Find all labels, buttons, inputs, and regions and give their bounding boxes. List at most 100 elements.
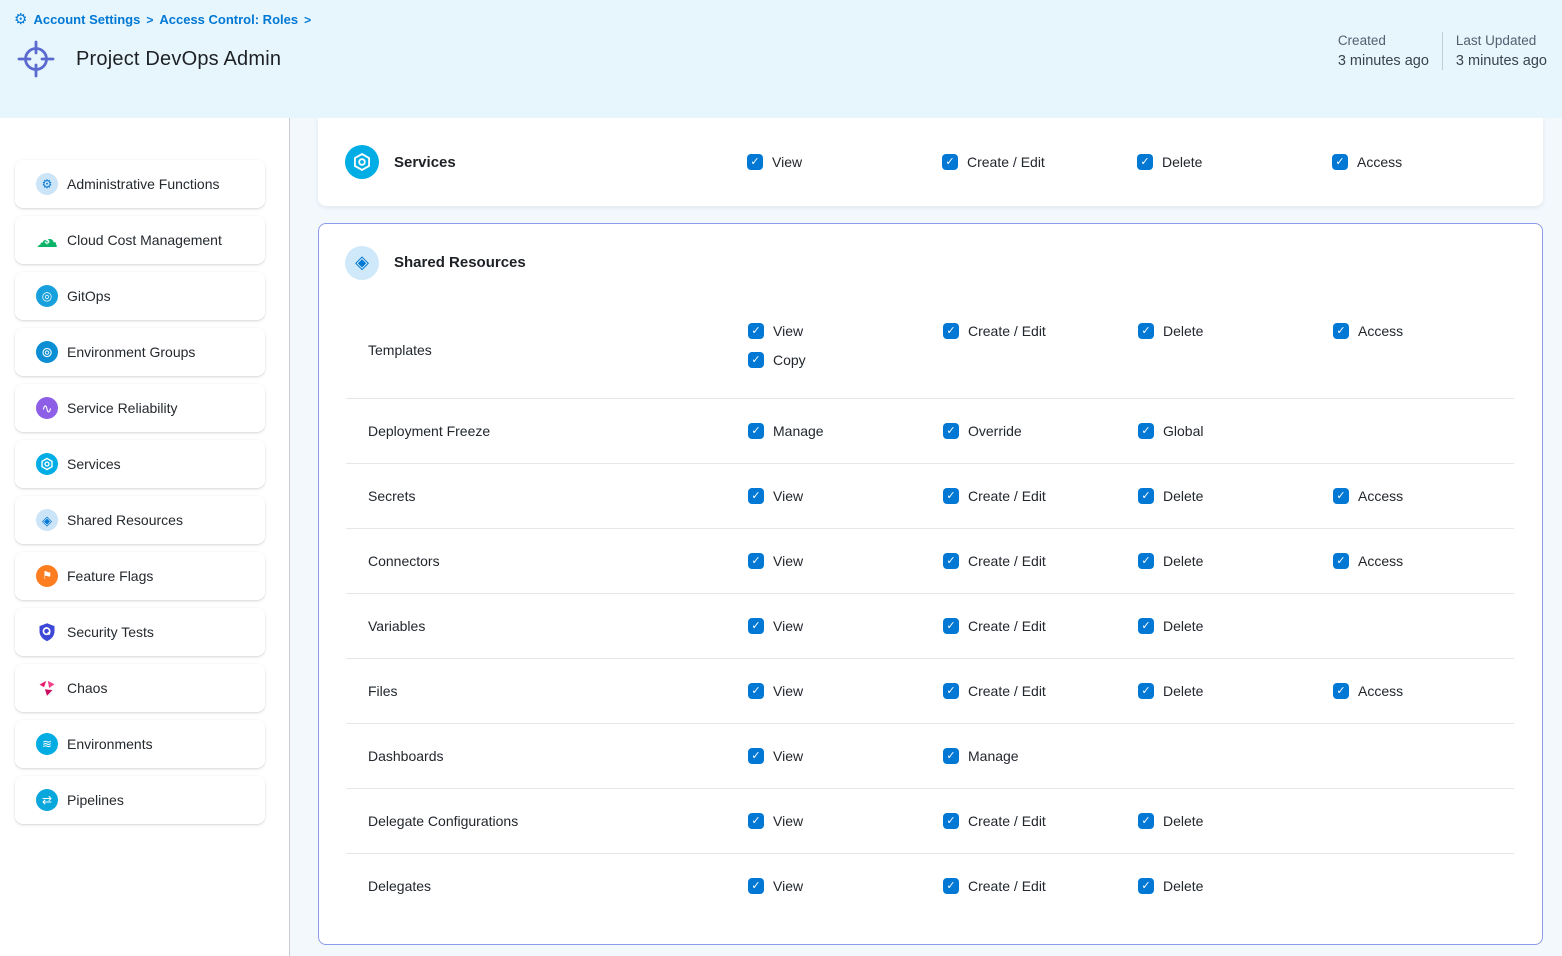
feature-flags-icon: [36, 565, 58, 587]
checkbox-checked-icon: [748, 423, 764, 439]
checkbox-files-create-edit[interactable]: Create / Edit: [943, 683, 1138, 699]
checkbox-checked-icon: [943, 748, 959, 764]
cell: Global: [1138, 423, 1333, 439]
sidebar-item-label: Administrative Functions: [67, 176, 220, 192]
chaos-icon: [36, 677, 58, 699]
checkbox-checked-icon: [943, 618, 959, 634]
checkbox-delegates-create-edit[interactable]: Create / Edit: [943, 878, 1138, 894]
checkbox-label: View: [773, 748, 803, 764]
row-label: Templates: [346, 342, 748, 358]
checkbox-dashboards-manage[interactable]: Manage: [943, 748, 1138, 764]
checkbox-deployment-freeze-override[interactable]: Override: [943, 423, 1138, 439]
checkbox-files-view[interactable]: View: [748, 683, 943, 699]
environments-icon: [36, 733, 58, 755]
checkbox-checked-icon: [748, 553, 764, 569]
cell-view-copy: View Copy: [748, 301, 943, 368]
checkbox-delegates-view[interactable]: View: [748, 878, 943, 894]
checkbox-files-delete[interactable]: Delete: [1138, 683, 1333, 699]
cell: Create / Edit: [943, 553, 1138, 569]
dollar-glyph: $: [44, 237, 49, 246]
checkbox-connectors-delete[interactable]: Delete: [1138, 553, 1333, 569]
checkbox-dashboards-view[interactable]: View: [748, 748, 943, 764]
checkbox-label: Delete: [1163, 323, 1203, 339]
checkbox-label: Create / Edit: [967, 154, 1045, 170]
cell: Delete: [1138, 488, 1333, 504]
checkbox-checked-icon: [1138, 683, 1154, 699]
cell: Override: [943, 423, 1138, 439]
sidebar-item-cloud-cost-management[interactable]: $ Cloud Cost Management: [15, 216, 265, 264]
permission-row-templates: Templates View Copy: [346, 301, 1514, 398]
checkbox-checked-icon: [1138, 323, 1154, 339]
checkbox-variables-create-edit[interactable]: Create / Edit: [943, 618, 1138, 634]
sidebar-item-security-tests[interactable]: Security Tests: [15, 608, 265, 656]
sidebar-item-environments[interactable]: Environments: [15, 720, 265, 768]
row-label: Connectors: [346, 553, 748, 569]
checkbox-checked-icon: [943, 488, 959, 504]
checkbox-connectors-create-edit[interactable]: Create / Edit: [943, 553, 1138, 569]
shared-resources-permissions-card: Shared Resources Templates View Copy: [318, 223, 1543, 945]
sidebar-item-feature-flags[interactable]: Feature Flags: [15, 552, 265, 600]
checkbox-label: Delete: [1163, 553, 1203, 569]
sidebar-item-chaos[interactable]: Chaos: [15, 664, 265, 712]
gear-icon: [14, 12, 27, 27]
cell: View: [748, 488, 943, 504]
checkbox-secrets-delete[interactable]: Delete: [1138, 488, 1333, 504]
sidebar-item-services[interactable]: Services: [15, 440, 265, 488]
checkbox-files-access[interactable]: Access: [1333, 683, 1514, 699]
sidebar-item-administrative-functions[interactable]: Administrative Functions: [15, 160, 265, 208]
checkbox-services-view[interactable]: View: [747, 154, 942, 170]
checkbox-secrets-view[interactable]: View: [748, 488, 943, 504]
checkbox-delegate-configurations-delete[interactable]: Delete: [1138, 813, 1333, 829]
sidebar-item-gitops[interactable]: GitOps: [15, 272, 265, 320]
checkbox-services-create-edit[interactable]: Create / Edit: [942, 154, 1137, 170]
sidebar-item-label: Feature Flags: [67, 568, 153, 584]
row-label: Delegate Configurations: [346, 813, 748, 829]
cell: View: [748, 553, 943, 569]
row-label: Delegates: [346, 878, 748, 894]
checkbox-secrets-access[interactable]: Access: [1333, 488, 1514, 504]
cell: Access: [1333, 301, 1514, 339]
checkbox-checked-icon: [748, 352, 764, 368]
row-label: Files: [346, 683, 748, 699]
last-updated-block: Last Updated 3 minutes ago: [1456, 30, 1547, 72]
cell: Delete: [1138, 813, 1333, 829]
checkbox-templates-create-edit[interactable]: Create / Edit: [943, 323, 1138, 339]
card-title: Services: [394, 154, 456, 171]
sidebar-item-environment-groups[interactable]: Environment Groups: [15, 328, 265, 376]
checkbox-checked-icon: [943, 423, 959, 439]
checkbox-delegate-configurations-view[interactable]: View: [748, 813, 943, 829]
breadcrumb-link-account-settings[interactable]: Account Settings: [33, 12, 140, 27]
sidebar-item-label: Security Tests: [67, 624, 154, 640]
checkbox-deployment-freeze-global[interactable]: Global: [1138, 423, 1333, 439]
checkbox-templates-delete[interactable]: Delete: [1138, 323, 1333, 339]
sidebar-item-pipelines[interactable]: Pipelines: [15, 776, 265, 824]
checkbox-connectors-access[interactable]: Access: [1333, 553, 1514, 569]
checkbox-label: Access: [1358, 683, 1403, 699]
checkbox-checked-icon: [1332, 154, 1348, 170]
checkbox-services-delete[interactable]: Delete: [1137, 154, 1332, 170]
sidebar-item-service-reliability[interactable]: Service Reliability: [15, 384, 265, 432]
checkbox-label: Delete: [1163, 683, 1203, 699]
row-label: Deployment Freeze: [346, 423, 748, 439]
checkbox-variables-delete[interactable]: Delete: [1138, 618, 1333, 634]
checkbox-secrets-create-edit[interactable]: Create / Edit: [943, 488, 1138, 504]
checkbox-connectors-view[interactable]: View: [748, 553, 943, 569]
checkbox-delegates-delete[interactable]: Delete: [1138, 878, 1333, 894]
sidebar-item-label: Chaos: [67, 680, 107, 696]
checkbox-services-access[interactable]: Access: [1332, 154, 1543, 170]
breadcrumb-link-access-control-roles[interactable]: Access Control: Roles: [159, 12, 298, 27]
checkbox-deployment-freeze-manage[interactable]: Manage: [748, 423, 943, 439]
checkbox-templates-access[interactable]: Access: [1333, 323, 1514, 339]
sidebar-item-shared-resources[interactable]: Shared Resources: [15, 496, 265, 544]
checkbox-label: Access: [1358, 323, 1403, 339]
cell: Create / Edit: [943, 683, 1138, 699]
permission-row-delegates: Delegates View Create / Edit: [346, 853, 1514, 918]
checkbox-templates-copy[interactable]: Copy: [748, 352, 943, 368]
checkbox-variables-view[interactable]: View: [748, 618, 943, 634]
shared-resources-diamond-icon: [36, 509, 58, 531]
cell: Create / Edit: [943, 878, 1138, 894]
cell: Manage: [943, 748, 1138, 764]
checkbox-delegate-configurations-create-edit[interactable]: Create / Edit: [943, 813, 1138, 829]
checkbox-label: View: [772, 154, 802, 170]
checkbox-templates-view[interactable]: View: [748, 323, 943, 339]
